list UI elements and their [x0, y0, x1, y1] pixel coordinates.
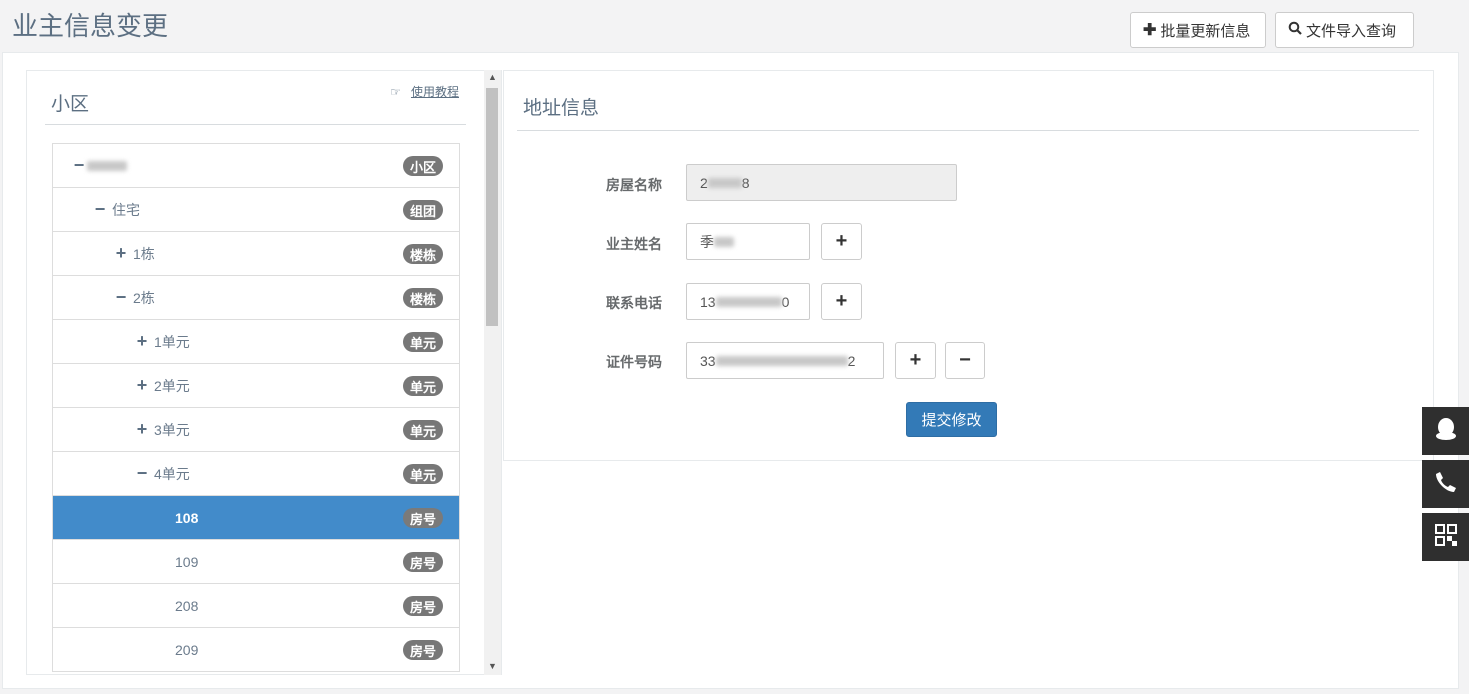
collapse-icon[interactable]: −	[92, 199, 108, 220]
batch-update-label: 批量更新信息	[1160, 22, 1251, 40]
node-type-badge: 房号	[403, 508, 443, 528]
tree-item-label: 209	[175, 641, 199, 658]
node-type-badge: 单元	[403, 464, 443, 484]
redacted-text	[87, 160, 127, 171]
hand-point-icon: ☞	[390, 84, 401, 99]
expand-icon[interactable]: +	[134, 419, 150, 440]
expand-icon[interactable]: +	[134, 331, 150, 352]
add-owner-button[interactable]: +	[821, 223, 862, 260]
tree-item[interactable]: +1单元 单元	[53, 320, 459, 364]
node-type-badge: 楼栋	[403, 244, 443, 264]
owner-name-value-start: 季	[700, 233, 714, 250]
plus-icon: +	[835, 290, 848, 312]
import-query-button[interactable]: 文件导入查询	[1275, 12, 1414, 48]
tree-item-label: 2栋	[133, 289, 155, 306]
address-info-panel: 地址信息 房屋名称 2 8 业主姓名 季 + 联系电话 13 0 + 证件号码 …	[503, 70, 1434, 461]
tree-item[interactable]: +3单元 单元	[53, 408, 459, 452]
collapse-icon[interactable]: −	[134, 463, 150, 484]
plus-icon: ✚	[1143, 22, 1157, 39]
batch-update-button[interactable]: ✚ 批量更新信息	[1130, 12, 1266, 48]
tree-item-label: 109	[175, 553, 199, 570]
scroll-down-arrow-icon[interactable]: ▼	[488, 661, 497, 671]
scroll-up-arrow-icon[interactable]: ▲	[488, 72, 497, 82]
house-name-value-start: 2	[700, 174, 708, 191]
add-id-button[interactable]: +	[895, 342, 936, 379]
node-type-badge: 组团	[403, 200, 443, 220]
house-name-value-end: 8	[741, 174, 750, 191]
tree-item[interactable]: − 住宅 组团	[53, 188, 459, 232]
tree-item-label: 108	[175, 509, 199, 526]
minus-icon: −	[959, 349, 971, 371]
tree-item-label: 住宅	[112, 201, 140, 218]
scroll-thumb[interactable]	[486, 88, 498, 326]
house-name-label: 房屋名称	[606, 177, 662, 193]
phone-label: 联系电话	[606, 295, 662, 311]
expand-icon[interactable]: +	[134, 375, 150, 396]
plus-icon: +	[909, 349, 922, 371]
community-tree: − 小区 − 住宅 组团 +1栋 楼栋 −2栋 楼栋 +1单元 单元 +2单元 单元 +3单元 单元 −4单元…	[52, 143, 460, 672]
node-type-badge: 单元	[403, 332, 443, 352]
id-number-field[interactable]: 33 2	[686, 342, 884, 379]
tree-item[interactable]: 209 房号	[53, 628, 459, 672]
tutorial-label[interactable]: 使用教程	[411, 83, 459, 100]
phone-icon	[1434, 470, 1458, 499]
collapse-icon[interactable]: −	[113, 287, 129, 308]
tree-item-label: 1栋	[133, 245, 155, 262]
plus-icon: +	[835, 230, 848, 252]
community-panel-title: 小区	[51, 94, 90, 115]
redacted-text	[707, 177, 742, 188]
tree-item[interactable]: 109 房号	[53, 540, 459, 584]
tree-scrollbar[interactable]: ▲ ▼	[484, 70, 501, 675]
tree-item-label: 208	[175, 597, 199, 614]
expand-icon[interactable]: +	[113, 243, 129, 264]
tree-item[interactable]: −4单元 单元	[53, 452, 459, 496]
owner-name-label: 业主姓名	[606, 236, 662, 252]
tree-item-label: 1单元	[154, 333, 190, 350]
qq-icon	[1435, 417, 1457, 446]
tree-item[interactable]: 108 房号	[53, 496, 459, 540]
search-icon	[1288, 21, 1302, 39]
node-type-badge: 房号	[403, 596, 443, 616]
phone-field[interactable]: 13 0	[686, 283, 810, 320]
import-query-label: 文件导入查询	[1306, 22, 1397, 40]
id-value-start: 33	[700, 352, 716, 369]
tree-item[interactable]: +1栋 楼栋	[53, 232, 459, 276]
divider	[45, 124, 466, 125]
node-type-badge: 单元	[403, 420, 443, 440]
id-number-label: 证件号码	[606, 354, 662, 370]
redacted-text	[715, 355, 848, 366]
submit-changes-button[interactable]: 提交修改	[906, 402, 997, 437]
address-info-title: 地址信息	[523, 98, 600, 119]
divider	[517, 130, 1419, 131]
remove-id-button[interactable]: −	[945, 342, 985, 379]
tree-item[interactable]: +2单元 单元	[53, 364, 459, 408]
tutorial-link[interactable]: ☞ 使用教程	[390, 83, 459, 100]
tree-item-label: 3单元	[154, 421, 190, 438]
page-title: 业主信息变更	[12, 11, 169, 41]
tree-item[interactable]: −2栋 楼栋	[53, 276, 459, 320]
community-panel: 小区 ☞ 使用教程 − 小区 − 住宅 组团 +1栋 楼栋 −2栋 楼栋 +1单元 单元 +2单元 单元…	[26, 70, 502, 675]
redacted-text	[714, 236, 734, 247]
redacted-text	[715, 296, 782, 307]
phone-value-end: 0	[781, 293, 790, 310]
node-type-badge: 楼栋	[403, 288, 443, 308]
tree-item[interactable]: 208 房号	[53, 584, 459, 628]
phone-contact-button[interactable]	[1422, 460, 1469, 508]
add-phone-button[interactable]: +	[821, 283, 862, 320]
tree-item[interactable]: − 小区	[53, 144, 459, 188]
owner-name-field[interactable]: 季	[686, 223, 810, 260]
qq-contact-button[interactable]	[1422, 407, 1469, 455]
collapse-icon[interactable]: −	[71, 155, 87, 176]
tree-item-label: 2单元	[154, 377, 190, 394]
node-type-badge: 单元	[403, 376, 443, 396]
node-type-badge: 房号	[403, 552, 443, 572]
node-type-badge: 房号	[403, 640, 443, 660]
qrcode-button[interactable]	[1422, 513, 1469, 561]
qrcode-icon	[1434, 523, 1458, 552]
house-name-field: 2 8	[686, 164, 957, 201]
phone-value-start: 13	[700, 293, 716, 310]
tree-item-label: 4单元	[154, 465, 190, 482]
id-value-end: 2	[847, 352, 856, 369]
node-type-badge: 小区	[403, 156, 443, 176]
